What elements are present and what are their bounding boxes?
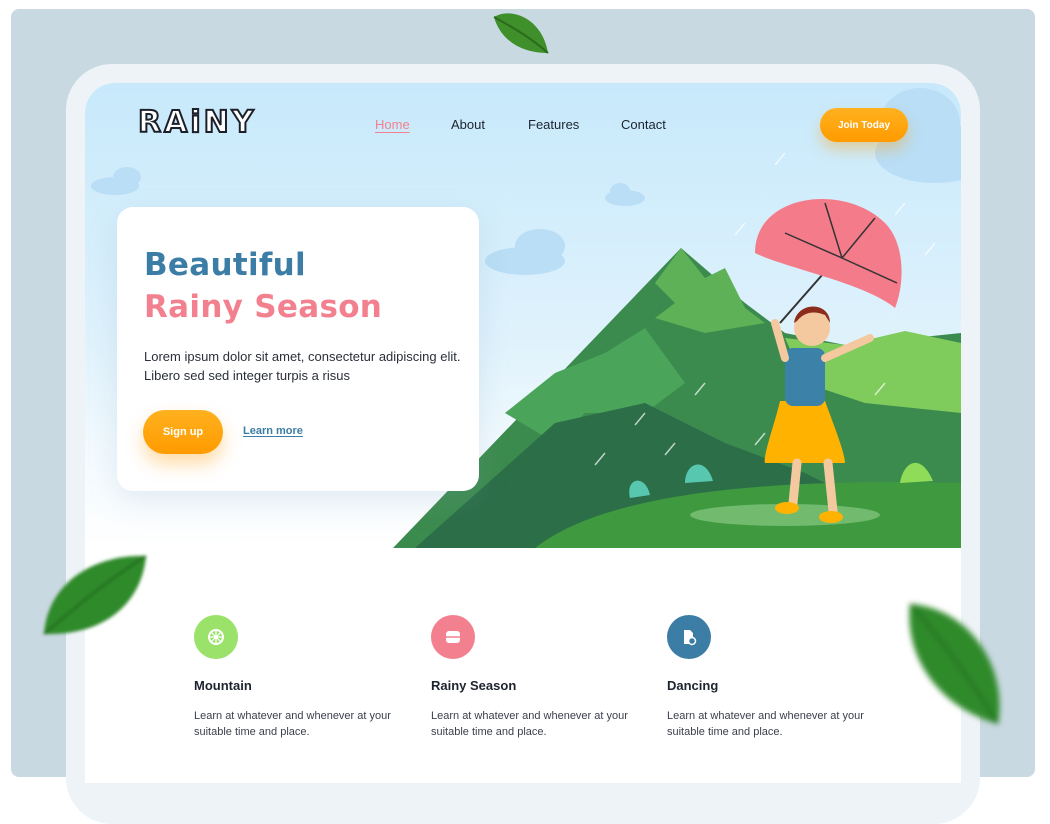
hero-title-line2: Rainy Season xyxy=(144,289,383,325)
rain-icon xyxy=(431,615,475,659)
nav-item-home[interactable]: Home xyxy=(375,117,410,132)
join-today-button[interactable]: Join Today xyxy=(820,108,908,142)
feature-mountain: Mountain Learn at whatever and whenever … xyxy=(194,615,394,738)
signup-button[interactable]: Sign up xyxy=(143,410,223,454)
hero-description: Lorem ipsum dolor sit amet, consectetur … xyxy=(144,349,461,383)
feature-title: Rainy Season xyxy=(431,678,517,693)
feature-description: Learn at whatever and whenever at your s… xyxy=(431,710,628,738)
feature-title: Mountain xyxy=(194,678,252,693)
learn-more-link[interactable]: Learn more xyxy=(243,425,303,437)
feature-rainy-season: Rainy Season Learn at whatever and whene… xyxy=(431,615,631,738)
feature-description: Learn at whatever and whenever at your s… xyxy=(194,710,391,738)
website-screen: RAiNY Home About Features Contact Join T… xyxy=(85,83,961,783)
brand-logo[interactable]: RAiNY xyxy=(137,104,256,141)
dancing-icon xyxy=(667,615,711,659)
leaf-left-illustration xyxy=(43,555,147,635)
hero-card: Beautiful Rainy Season Lorem ipsum dolor… xyxy=(117,207,479,491)
leaf-top-illustration xyxy=(493,13,549,54)
feature-dancing: Dancing Learn at whatever and whenever a… xyxy=(667,615,867,738)
feature-description: Learn at whatever and whenever at your s… xyxy=(667,710,864,738)
nav-item-about[interactable]: About xyxy=(451,117,485,132)
nav-item-contact[interactable]: Contact xyxy=(621,117,666,132)
leaf-right-illustration xyxy=(909,603,1000,725)
hero-title-line1: Beautiful xyxy=(144,247,306,283)
nav-item-features[interactable]: Features xyxy=(528,117,579,132)
feature-title: Dancing xyxy=(667,678,719,693)
mountain-icon xyxy=(194,615,238,659)
